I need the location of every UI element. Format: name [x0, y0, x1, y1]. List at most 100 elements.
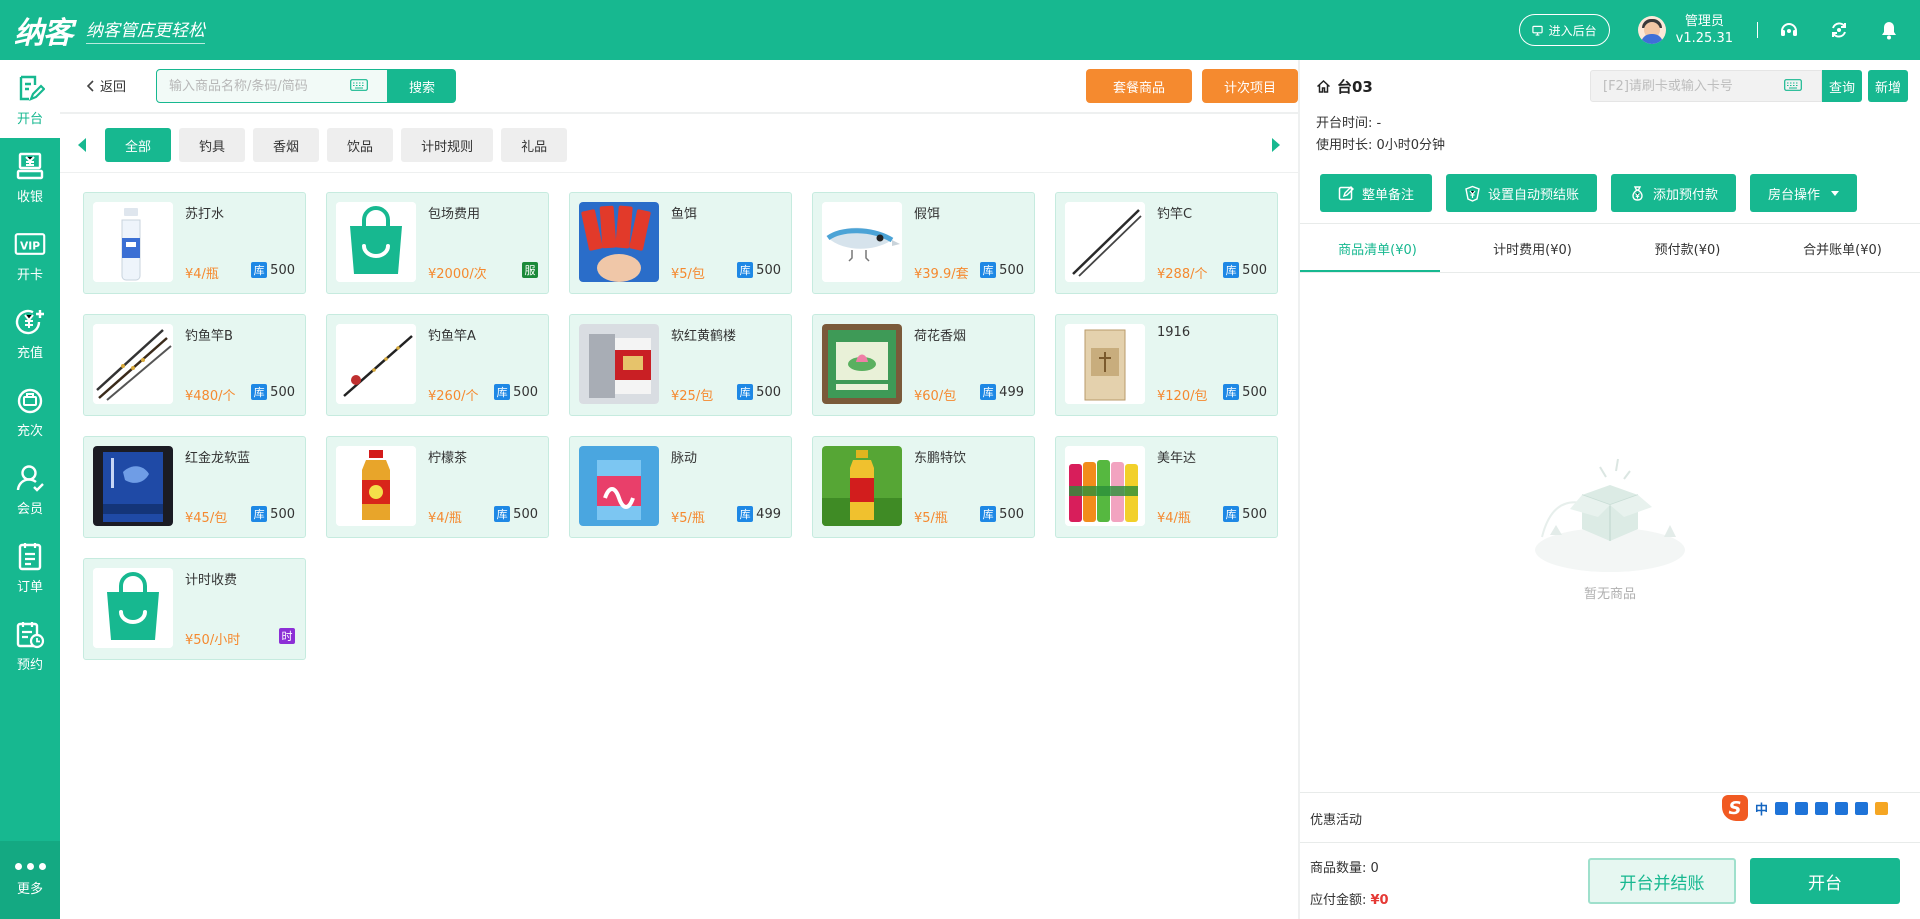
sidebar-item-cashier[interactable]: 收银 [0, 138, 60, 216]
ime-language[interactable]: 中 [1755, 799, 1768, 818]
order-note-button[interactable]: 整单备注 [1320, 174, 1433, 212]
promotion-label[interactable]: 优惠活动 [1310, 809, 1362, 828]
keyboard-icon[interactable] [1815, 801, 1829, 815]
bell-icon[interactable] [1878, 19, 1900, 41]
product-type-badge: 库 [251, 384, 268, 400]
product-card[interactable]: 计时收费 ¥50/小时 时 [83, 558, 306, 660]
keyboard-icon[interactable] [350, 79, 368, 91]
product-name: 1916 [1157, 325, 1191, 340]
product-image [93, 568, 173, 648]
sidebar-item-vip-card[interactable]: VIP 开卡 [0, 216, 60, 294]
count-items-button[interactable]: 计次项目 [1202, 69, 1298, 103]
sidebar-item-recharge-times[interactable]: 充次 [0, 372, 60, 450]
product-card[interactable]: 假饵 ¥39.9/套库 500 [812, 192, 1035, 294]
product-stock: 库 500 [494, 384, 538, 400]
product-stock: 库 500 [980, 506, 1024, 522]
product-name: 包场费用 [428, 207, 481, 222]
product-name: 红金龙软蓝 [185, 451, 251, 466]
product-image [1065, 202, 1145, 282]
sidebar-more-label: 更多 [16, 882, 43, 897]
auto-prepay-button[interactable]: 设置自动预结账 [1446, 174, 1598, 212]
product-type-badge: 库 [980, 506, 997, 522]
microphone-icon[interactable] [1795, 801, 1809, 815]
product-price: ¥25/包 [671, 389, 714, 404]
add-prepayment-button[interactable]: 添加预付款 [1611, 174, 1737, 212]
product-stock: 库 500 [980, 262, 1024, 278]
product-card[interactable]: 包场费用 ¥2000/次 服 [326, 192, 549, 294]
product-card[interactable]: 钓鱼竿B ¥480/个库 500 [83, 314, 306, 416]
sidebar-item-order[interactable]: 订单 [0, 528, 60, 606]
product-stock: 库 500 [251, 506, 295, 522]
scroll-right-arrow-icon[interactable] [1272, 138, 1280, 152]
product-type-badge: 库 [737, 384, 754, 400]
search-button[interactable]: 搜索 [388, 69, 456, 103]
sync-icon[interactable] [1828, 19, 1850, 41]
product-card[interactable]: 东鹏特饮 ¥5/瓶 库 500 [812, 436, 1035, 538]
skin-icon[interactable] [1835, 801, 1849, 815]
product-image [336, 202, 416, 282]
product-card[interactable]: 1916 ¥120/包库 500 [1055, 314, 1278, 416]
query-button[interactable]: 查询 [1822, 70, 1862, 102]
product-card[interactable]: 苏打水 ¥4/瓶 库 500 [83, 192, 306, 294]
open-table-button[interactable]: 开台 [1750, 858, 1900, 904]
package-products-button[interactable]: 套餐商品 [1086, 69, 1192, 103]
room-operations-dropdown[interactable]: 房台操作 [1750, 174, 1858, 212]
punctuation-icon[interactable] [1775, 801, 1789, 815]
product-card[interactable]: 脉动 ¥5/瓶 库 499 [569, 436, 792, 538]
sidebar-item-member[interactable]: 会员 [0, 450, 60, 528]
category-list: 全部 钓具 香烟 饮品 计时规则 礼品 [105, 128, 568, 162]
back-button[interactable]: 返回 [86, 76, 126, 95]
product-price: ¥120/包 [1157, 389, 1208, 404]
tab-product-list[interactable]: 商品清单(¥0) [1300, 224, 1455, 272]
product-price: ¥5/瓶 [914, 511, 948, 526]
sidebar-item-recharge[interactable]: 充值 [0, 294, 60, 372]
sidebar-item-label: 预约 [16, 657, 43, 673]
order-note-label: 整单备注 [1362, 187, 1415, 203]
keyboard-icon[interactable] [1784, 79, 1802, 91]
product-image [822, 202, 902, 282]
svg-text:VIP: VIP [20, 239, 40, 252]
scroll-left-arrow-icon[interactable] [78, 138, 86, 152]
product-card[interactable]: 红金龙软蓝 ¥45/包 库 500 [83, 436, 306, 538]
enter-backend-button[interactable]: 进入后台 [1518, 14, 1610, 46]
product-card[interactable]: 荷花香烟 ¥60/包 库 499 [812, 314, 1035, 416]
extra-tool-icon[interactable] [1875, 801, 1889, 815]
user-menu[interactable]: 管理员 v1.25.31 [1637, 13, 1733, 47]
product-card[interactable]: 钓竿C ¥288/个库 500 [1055, 192, 1278, 294]
sidebar-item-open-table[interactable]: 开台 [0, 60, 60, 138]
toolbox-icon[interactable] [1855, 801, 1869, 815]
product-price: ¥4/瓶 [185, 267, 219, 282]
sidebar-more[interactable]: 更多 [0, 841, 60, 919]
product-card[interactable]: 美年达 ¥4/瓶 库 500 [1055, 436, 1278, 538]
product-card[interactable]: 软红黄鹤楼 ¥25/包 库 500 [569, 314, 792, 416]
sidebar-item-reservation[interactable]: 预约 [0, 606, 60, 684]
headset-icon[interactable] [1778, 19, 1800, 41]
brand-slogan: 纳客管店更轻松 [86, 16, 205, 44]
product-card[interactable]: 鱼饵 ¥5/包 库 500 [569, 192, 792, 294]
tab-prepayment[interactable]: 预付款(¥0) [1610, 224, 1765, 272]
category-tab[interactable]: 计时规则 [401, 128, 494, 162]
stock-count: 500 [270, 262, 295, 278]
member-icon [16, 464, 44, 492]
ime-toolbar[interactable]: S 中 [1718, 793, 1920, 823]
product-image [579, 446, 659, 526]
product-price: ¥4/瓶 [428, 511, 462, 526]
tab-merged-bill[interactable]: 合并账单(¥0) [1765, 224, 1920, 272]
product-image [579, 324, 659, 404]
add-member-button[interactable]: 新增 [1868, 70, 1908, 102]
reservation-icon [16, 621, 45, 648]
category-divider [60, 172, 1298, 173]
stock-count: 500 [270, 506, 295, 522]
category-tab[interactable]: 饮品 [327, 128, 394, 162]
category-tab[interactable]: 全部 [105, 128, 172, 162]
back-label: 返回 [100, 80, 127, 95]
product-stock: 服 [522, 262, 538, 278]
category-tab[interactable]: 钓具 [179, 128, 246, 162]
product-card[interactable]: 钓鱼竿A ¥260/个库 500 [326, 314, 549, 416]
tab-time-fee[interactable]: 计时费用(¥0) [1455, 224, 1610, 272]
sidebar-item-label: 收银 [16, 189, 43, 205]
product-card[interactable]: 柠檬茶 ¥4/瓶 库 500 [326, 436, 549, 538]
category-tab[interactable]: 香烟 [253, 128, 320, 162]
open-and-checkout-button[interactable]: 开台并结账 [1588, 858, 1736, 904]
category-tab[interactable]: 礼品 [501, 128, 568, 162]
